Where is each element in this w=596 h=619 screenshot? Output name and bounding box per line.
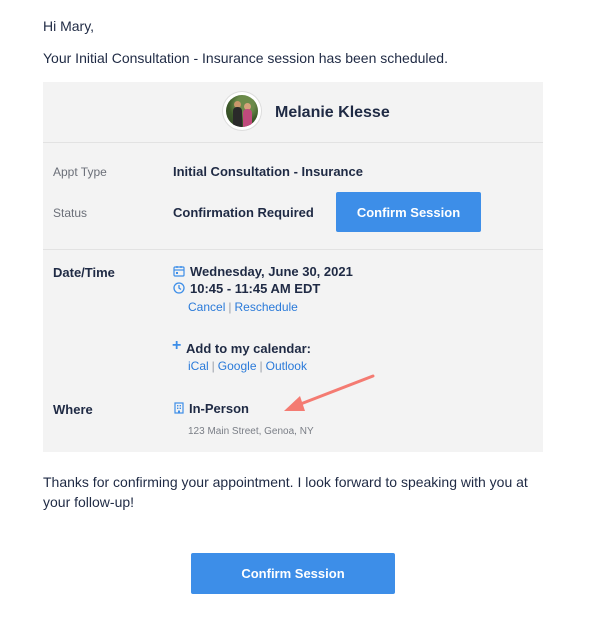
divider <box>43 249 543 250</box>
calendar-icon <box>173 266 185 277</box>
calendar-links: iCal | Google | Outlook <box>188 359 307 373</box>
add-calendar-label: Add to my calendar: <box>186 341 311 356</box>
avatar <box>223 92 261 130</box>
status-label: Status <box>53 206 88 220</box>
location-type: In-Person <box>189 401 249 416</box>
cancel-link[interactable]: Cancel <box>188 300 225 314</box>
confirm-session-button-bottom[interactable]: Confirm Session <box>191 553 395 594</box>
thanks-text: Thanks for confirming your appointment. … <box>43 474 528 510</box>
building-icon <box>174 402 184 414</box>
greeting: Hi Mary, <box>43 18 95 34</box>
where-label: Where <box>53 402 93 417</box>
appointment-date: Wednesday, June 30, 2021 <box>190 264 353 279</box>
google-calendar-link[interactable]: Google <box>218 359 257 373</box>
provider-name: Melanie Klesse <box>275 104 390 121</box>
card-header: Melanie Klesse <box>43 82 543 143</box>
appointment-time: 10:45 - 11:45 AM EDT <box>190 281 321 296</box>
intro-text: Your Initial Consultation - Insurance se… <box>43 50 448 66</box>
datetime-label: Date/Time <box>53 265 115 280</box>
address: 123 Main Street, Genoa, NY <box>188 426 314 437</box>
outlook-link[interactable]: Outlook <box>266 359 307 373</box>
appt-type-label: Appt Type <box>53 165 107 179</box>
clock-icon <box>173 282 185 294</box>
manage-links: Cancel | Reschedule <box>188 300 298 314</box>
confirm-session-button[interactable]: Confirm Session <box>336 192 481 232</box>
reschedule-link[interactable]: Reschedule <box>234 300 297 314</box>
status-value: Confirmation Required <box>173 205 314 220</box>
appt-type-value: Initial Consultation - Insurance <box>173 164 363 179</box>
appointment-card: Melanie Klesse Appt Type Initial Consult… <box>43 82 543 452</box>
ical-link[interactable]: iCal <box>188 359 209 373</box>
plus-icon: + <box>172 337 182 354</box>
avatar-photo <box>226 95 258 127</box>
